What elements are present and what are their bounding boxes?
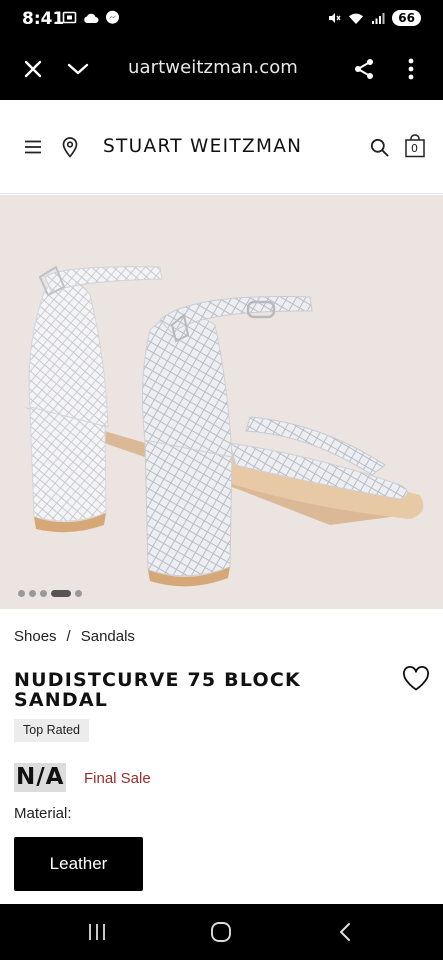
- brand-logo[interactable]: STUART WEITZMAN: [103, 136, 302, 157]
- home-button[interactable]: [206, 918, 236, 946]
- site-header: STUART WEITZMAN 0: [0, 100, 443, 194]
- gallery-dot[interactable]: [75, 590, 82, 597]
- close-tab-button[interactable]: [18, 54, 48, 84]
- cart-count: 0: [411, 142, 418, 155]
- sandal-product-image: [24, 265, 424, 587]
- final-sale-label: Final Sale: [84, 770, 151, 787]
- share-button[interactable]: [349, 54, 379, 84]
- back-button[interactable]: [330, 918, 360, 946]
- heart-icon: [403, 666, 429, 691]
- battery-indicator: 66: [392, 10, 421, 26]
- top-rated-badge: Top Rated: [14, 719, 89, 742]
- wifi-icon: [349, 13, 364, 24]
- search-button[interactable]: [366, 133, 392, 161]
- system-nav-bar: [0, 904, 443, 960]
- menu-icon: [25, 140, 41, 154]
- home-icon: [211, 922, 231, 942]
- breadcrumb: Shoes / Sandals: [14, 628, 135, 645]
- breadcrumb-shoes[interactable]: Shoes: [14, 628, 57, 645]
- chevron-down-icon: [67, 63, 89, 75]
- more-options-button[interactable]: [396, 54, 426, 84]
- product-price: N/A: [14, 763, 67, 792]
- status-bar: 8:41 66: [0, 0, 443, 38]
- mute-icon: [329, 13, 341, 23]
- status-right-icons: 66: [327, 10, 421, 26]
- browser-toolbar: uartweitzman.com: [0, 38, 443, 100]
- menu-button[interactable]: [20, 133, 46, 161]
- product-image-gallery[interactable]: [0, 195, 443, 609]
- cloud-icon: [84, 13, 99, 23]
- more-vert-icon: [408, 58, 414, 80]
- status-time: 8:41: [22, 9, 65, 29]
- back-icon: [340, 923, 350, 941]
- gallery-dot[interactable]: [29, 590, 36, 597]
- wishlist-button[interactable]: [402, 666, 430, 692]
- share-icon: [355, 59, 373, 79]
- breadcrumb-separator: /: [66, 628, 71, 645]
- material-label: Material:: [14, 805, 72, 822]
- messenger-icon: [106, 10, 119, 24]
- recent-apps-button[interactable]: [82, 918, 112, 946]
- gallery-pagination: [18, 590, 82, 597]
- gallery-dot[interactable]: [18, 590, 25, 597]
- close-icon: [24, 60, 42, 78]
- url-field[interactable]: uartweitzman.com: [128, 57, 298, 78]
- gallery-dot[interactable]: [40, 590, 47, 597]
- search-icon: [370, 138, 388, 156]
- breadcrumb-sandals[interactable]: Sandals: [81, 628, 135, 645]
- location-pin-icon: [62, 136, 78, 158]
- signal-icon: [372, 12, 385, 24]
- recent-apps-icon: [89, 924, 105, 940]
- cart-button[interactable]: 0: [402, 133, 428, 161]
- gallery-dot[interactable]: [51, 590, 71, 597]
- screenshot-icon: [62, 11, 77, 24]
- material-option-leather[interactable]: Leather: [14, 837, 143, 891]
- status-left-icons: [62, 10, 120, 25]
- expand-button[interactable]: [63, 54, 93, 84]
- product-title: NUDISTCURVE 75 BLOCK SANDAL: [14, 669, 301, 711]
- store-locator-button[interactable]: [58, 133, 82, 161]
